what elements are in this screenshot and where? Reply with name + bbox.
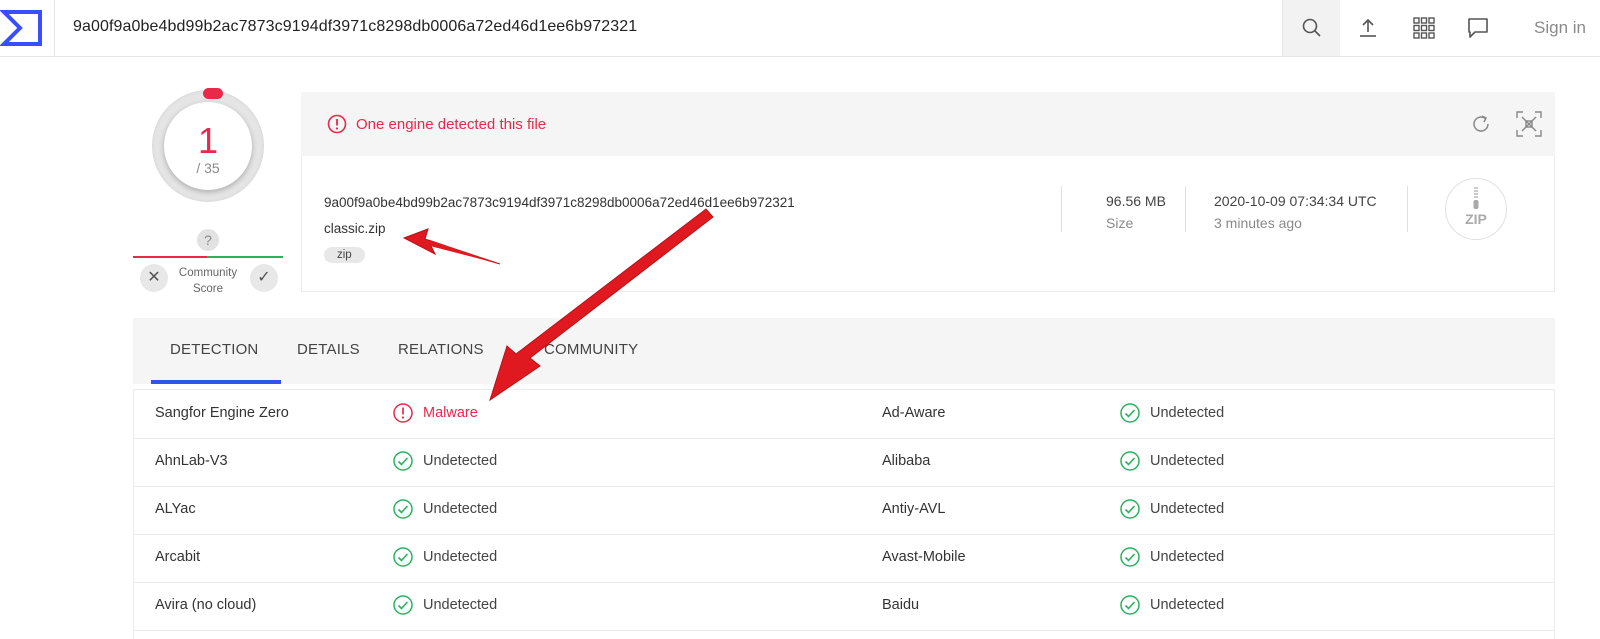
report-tabs: DETECTION DETAILS RELATIONS COMMUNITY [133,318,1555,384]
table-row: AhnLab-V3 Undetected Alibaba Undetected [134,438,1554,487]
engine-name: Avast-Mobile [882,549,966,565]
similar-files-icon[interactable] [1515,110,1543,138]
engine-result: Malware [423,405,478,421]
community-score-bar-negative [133,256,207,258]
alert-icon [393,403,413,423]
file-size-label: Size [1106,215,1134,231]
check-circle-icon [1120,595,1140,615]
refresh-icon[interactable] [1469,112,1493,136]
chat-icon[interactable] [1466,16,1490,40]
detection-message: One engine detected this file [356,116,547,133]
check-circle-icon [393,595,413,615]
table-row: Avira (no cloud) Undetected Baidu Undete… [134,582,1554,631]
detection-table: Sangfor Engine Zero Malware Ad-Aware Und… [133,389,1555,639]
tab-details[interactable]: DETAILS [297,341,360,358]
sign-in-link[interactable]: Sign in [1534,18,1586,38]
engine-result: Undetected [423,501,498,517]
engine-name: Alibaba [882,453,931,469]
file-hash[interactable]: 9a00f9a0be4bd99b2ac7873c9194df3971c8298d… [324,195,795,210]
tab-detection[interactable]: DETECTION [170,341,258,358]
divider [1407,186,1408,232]
score-indicator [203,88,223,99]
upload-icon[interactable] [1356,16,1380,40]
engine-total: / 35 [196,160,220,176]
alert-icon [327,114,347,134]
engine-result: Undetected [1150,549,1225,565]
engine-name: Antiy-AVL [882,501,946,517]
apps-grid-icon[interactable] [1412,16,1436,40]
top-bar: 9a00f9a0be4bd99b2ac7873c9194df3971c8298d… [0,0,1600,57]
engine-result: Undetected [1150,597,1225,613]
zip-file-type-icon: ZIP [1445,178,1507,240]
check-circle-icon [1120,547,1140,567]
engine-result: Undetected [423,453,498,469]
table-row: Sangfor Engine Zero Malware Ad-Aware Und… [134,390,1554,439]
detection-banner: One engine detected this file [301,92,1555,156]
tab-relations[interactable]: RELATIONS [398,341,484,358]
engine-result: Undetected [1150,501,1225,517]
engine-result: Undetected [423,597,498,613]
engine-name: ALYac [155,501,196,517]
vote-malicious-button[interactable]: ✕ [140,264,168,292]
engine-result: Undetected [1150,405,1225,421]
virustotal-logo-icon[interactable] [0,0,55,56]
check-circle-icon [1120,451,1140,471]
divider [1061,186,1062,232]
active-tab-indicator [151,380,281,384]
search-input[interactable]: 9a00f9a0be4bd99b2ac7873c9194df3971c8298d… [73,18,637,36]
check-circle-icon [1120,403,1140,423]
engine-name: AhnLab-V3 [155,453,228,469]
divider [1185,186,1186,232]
community-score-value: ? [197,229,219,251]
engine-result: Undetected [423,549,498,565]
engine-name: Baidu [882,597,920,613]
file-tag[interactable]: zip [324,247,365,263]
table-row: ALYac Undetected Antiy-AVL Undetected [134,486,1554,535]
analysis-relative-time: 3 minutes ago [1214,215,1302,231]
file-summary-card: 9a00f9a0be4bd99b2ac7873c9194df3971c8298d… [301,156,1555,292]
detection-count: 1 [197,120,219,161]
engine-name: Sangfor Engine Zero [155,405,289,421]
file-size: 96.56 MB [1106,193,1166,209]
community-score-bar-positive [207,256,283,258]
search-icon [1302,18,1321,37]
engine-name: Ad-Aware [882,405,946,421]
tab-community[interactable]: COMMUNITY [544,341,638,358]
file-name: classic.zip [324,221,386,236]
check-circle-icon [393,499,413,519]
engine-result: Undetected [1150,453,1225,469]
check-circle-icon [393,547,413,567]
check-circle-icon [393,451,413,471]
engine-name: Avira (no cloud) [155,597,257,613]
vote-harmless-button[interactable]: ✓ [250,264,278,292]
analysis-date: 2020-10-09 07:34:34 UTC [1214,193,1377,209]
search-button[interactable] [1282,0,1340,56]
community-score-label: Community Score [178,267,238,295]
engine-name: Arcabit [155,549,201,565]
check-circle-icon [1120,499,1140,519]
detection-score-gauge: 1 / 35 [152,88,264,202]
table-row: Arcabit Undetected Avast-Mobile Undetect… [134,534,1554,583]
score-center: 1 / 35 [164,102,252,190]
zipper-icon [1473,187,1479,209]
zip-file-type-label: ZIP [1465,211,1487,227]
